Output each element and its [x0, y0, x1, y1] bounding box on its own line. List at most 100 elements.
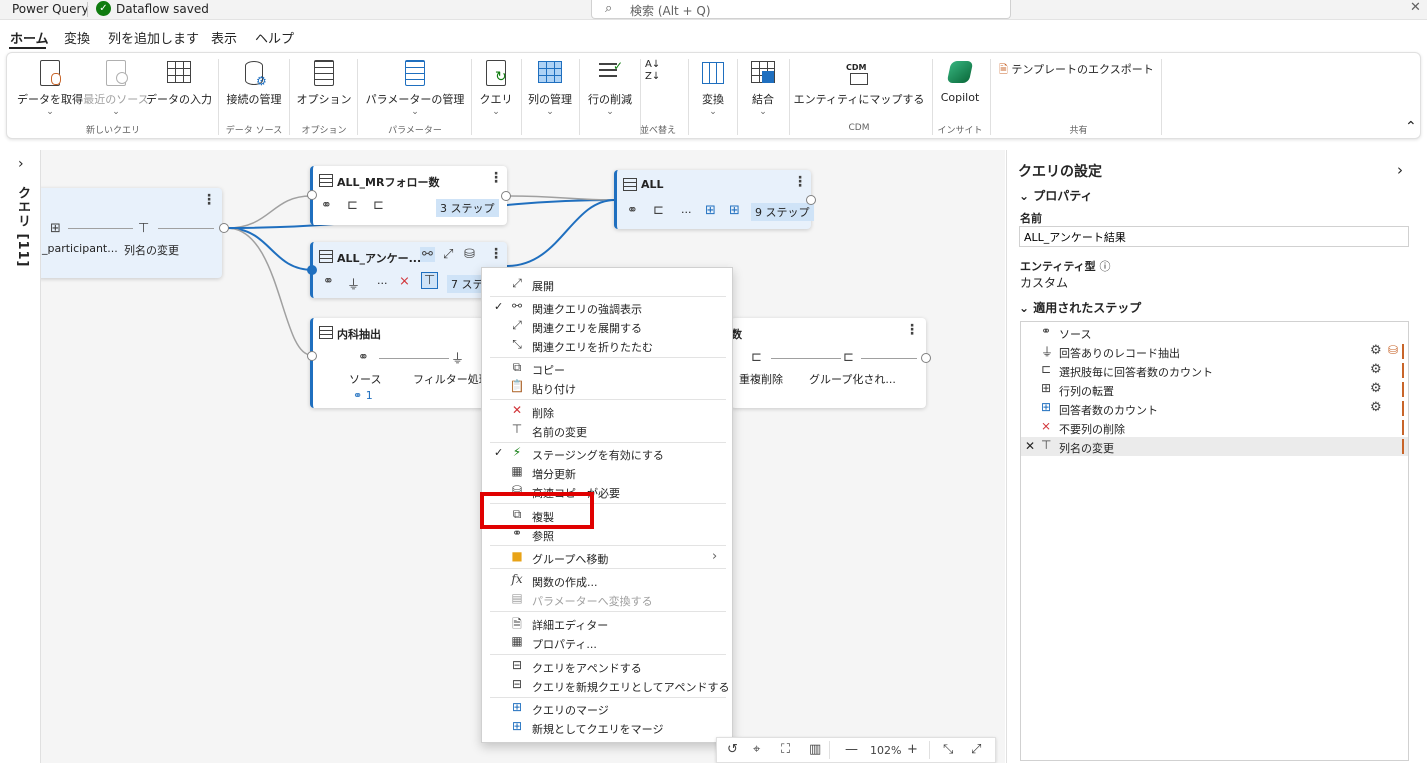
collapse-all-icon[interactable]: ⤡ [943, 742, 953, 757]
gear-icon[interactable]: ⚙ [1370, 381, 1382, 396]
link-count[interactable]: ⚭ 1 [353, 389, 373, 402]
search-box[interactable]: ⌕ 検索 (Alt + Q) [591, 0, 1011, 19]
step-item[interactable]: ⊞ 行列の転置 ⚙ [1021, 380, 1408, 399]
query-card-all[interactable]: ALL ⋮ ⚭ ⊏ ... ⊞ ⊞ 9 ステップ [614, 170, 814, 229]
sort-button[interactable]: A↓ Z↓ [644, 59, 672, 87]
enter-data-button[interactable]: データの入力 [146, 59, 212, 107]
menu-item-convert-to-parameter[interactable]: ▤ パラメーターへ変換する [482, 590, 732, 609]
chevron-right-icon[interactable]: › [1397, 161, 1403, 179]
menu-item-delete[interactable]: ✕ 削除 [482, 402, 732, 421]
options-button[interactable]: オプション [294, 59, 354, 107]
output-port[interactable] [806, 195, 816, 205]
delete-icon: ✕ [511, 403, 523, 417]
queries-pane-label[interactable]: クエリ [11] [13, 186, 32, 268]
info-icon[interactable]: ⓘ [1100, 260, 1111, 273]
step-item[interactable]: ⊏ 選択肢毎に回答者数のカウント ⚙ [1021, 361, 1408, 380]
query-card-participant[interactable]: ⋮ ⊞ ⊤ _participant... 列名の変更 [41, 188, 222, 278]
database-icon[interactable]: ⛁ [464, 247, 475, 262]
map-icon[interactable]: ▥ [809, 742, 821, 757]
more-options-icon[interactable]: ⋮ [202, 192, 216, 208]
output-port[interactable] [219, 223, 229, 233]
menu-item-rename[interactable]: ⊤ 名前の変更 [482, 421, 732, 440]
expand-icon[interactable]: ⤢ [443, 247, 453, 262]
tab-add-column[interactable]: 列を追加します [108, 28, 199, 47]
menu-item-enable-staging[interactable]: ✓ ⚡ ステージングを有効にする [482, 444, 732, 463]
query-card-count[interactable]: 数 ⋮ ⊏ ⊏ 重複削除 グループ化され... [731, 318, 926, 408]
menu-item-collapse-related[interactable]: ⤡ 関連クエリを折りたたむ [482, 336, 732, 355]
group-label-new-query: 新しいクエリ [85, 126, 140, 136]
map-to-entity-button[interactable]: CDM エンティティにマップする [793, 59, 925, 107]
reduce-rows-button[interactable]: ✓ 行の削減 ⌄ [584, 59, 636, 117]
manage-connections-button[interactable]: ⚙ 接続の管理 [223, 59, 285, 107]
paste-icon: 📋 [509, 379, 525, 393]
tab-transform[interactable]: 変換 [64, 28, 90, 47]
center-icon[interactable]: ⌖ [753, 742, 760, 757]
gear-icon[interactable]: ⚙ [1370, 400, 1382, 415]
gear-icon[interactable]: ⚙ [1370, 343, 1382, 358]
menu-item-paste[interactable]: 📋 貼り付け [482, 378, 732, 397]
close-icon[interactable]: ✕ [1410, 0, 1421, 15]
copilot-button[interactable]: Copilot [935, 59, 985, 104]
query-card-survey[interactable]: ALL_アンケー... ⚯ ⤢ ⛁ ⋮ ⚭ ⏚ ... ⨯ ⊤ 7 ステップ [310, 242, 510, 298]
menu-divider [490, 697, 726, 698]
menu-item-incremental-refresh[interactable]: ▦ 増分更新 [482, 463, 732, 482]
undo-icon[interactable]: ↺ [727, 742, 738, 757]
chevron-right-icon[interactable]: › [18, 156, 24, 172]
query-card-naika[interactable]: 内科抽出 ⚭ ⏚ ソース フィルター処理 ⚭ 1 [310, 318, 507, 408]
menu-item-append-queries[interactable]: ⊟ クエリをアペンドする [482, 657, 732, 676]
combine-button[interactable]: 結合 ⌄ [743, 59, 783, 117]
step-item[interactable]: ⏚ 回答ありのレコード抽出 ⚙ ⛁ [1021, 342, 1408, 361]
menu-item-label: プロパティ... [532, 638, 597, 651]
recent-sources-button[interactable]: 最近のソース ⌄ [83, 59, 149, 117]
step-item[interactable]: ⊞ 回答者数のカウント ⚙ [1021, 399, 1408, 418]
menu-item-append-as-new[interactable]: ⊟ クエリを新規クエリとしてアペンドする [482, 676, 732, 695]
more-options-icon[interactable]: ⋮ [489, 170, 503, 186]
chevron-up-icon[interactable]: ⌃ [1405, 119, 1417, 135]
expand-all-icon[interactable]: ⤢ [971, 742, 981, 757]
menu-item-properties[interactable]: ▦ プロパティ... [482, 633, 732, 652]
menu-item-expand-related[interactable]: ⤢ 関連クエリを展開する [482, 317, 732, 336]
step-count: 9 ステップ [751, 203, 814, 221]
name-input[interactable] [1019, 226, 1409, 247]
ribbon-divider [932, 59, 933, 135]
export-template-button[interactable]: 🗎 テンプレートのエクスポート [999, 61, 1159, 80]
properties-section[interactable]: ⌄ プロパティ [1019, 187, 1093, 204]
applied-steps-section[interactable]: ⌄ 適用されたステップ [1019, 299, 1141, 316]
input-port[interactable] [307, 351, 317, 361]
menu-item-merge-queries[interactable]: ⊞ クエリのマージ [482, 699, 732, 718]
get-data-button[interactable]: データを取得 ⌄ [13, 59, 87, 117]
document-icon [37, 59, 63, 87]
input-port[interactable] [307, 265, 317, 275]
transform-button[interactable]: 変換 ⌄ [693, 59, 733, 117]
menu-item-merge-as-new[interactable]: ⊞ 新規としてクエリをマージ [482, 718, 732, 737]
zoom-out-icon[interactable]: — [845, 742, 858, 757]
zoom-in-icon[interactable]: + [907, 742, 918, 757]
query-card-mr-follow[interactable]: ALL_MRフォロー数 ⋮ ⚭ ⊏ ⊏ 3 ステップ [310, 166, 507, 225]
share-icon[interactable]: ⚯ [420, 247, 435, 262]
menu-item-highlight-related[interactable]: ✓ ⚯ 関連クエリの強調表示 [482, 298, 732, 317]
menu-item-label: 削除 [532, 407, 554, 420]
tab-help[interactable]: ヘルプ [255, 28, 294, 47]
step-item[interactable]: ⨯ 不要列の削除 [1021, 418, 1408, 437]
query-button[interactable]: ↻ クエリ ⌄ [475, 59, 517, 117]
tab-home[interactable]: ホーム [10, 28, 49, 47]
output-port[interactable] [501, 191, 511, 201]
menu-item-copy[interactable]: ⧉ コピー [482, 359, 732, 378]
menu-item-create-function[interactable]: fx 関数の作成... [482, 571, 732, 590]
more-options-icon[interactable]: ⋮ [905, 322, 919, 338]
tab-view[interactable]: 表示 [211, 28, 237, 47]
delete-step-icon[interactable]: ✕ [1025, 439, 1035, 453]
manage-parameters-button[interactable]: パラメーターの管理 ⌄ [363, 59, 467, 117]
fit-to-screen-icon[interactable]: ⛶ [781, 742, 790, 757]
menu-item-advanced-editor[interactable]: 🗎 詳細エディター [482, 614, 732, 633]
menu-item-expand[interactable]: ⤢ 展開 [482, 275, 732, 294]
output-port[interactable] [921, 353, 931, 363]
input-port[interactable] [307, 190, 317, 200]
more-options-icon[interactable]: ⋮ [489, 246, 503, 262]
manage-columns-button[interactable]: 列の管理 ⌄ [525, 59, 575, 117]
more-options-icon[interactable]: ⋮ [793, 174, 807, 190]
menu-item-move-to-group[interactable]: ■ グループへ移動 › [482, 548, 732, 567]
step-item-selected[interactable]: ✕ ⊤ 列名の変更 [1021, 437, 1408, 456]
gear-icon[interactable]: ⚙ [1370, 362, 1382, 377]
step-item[interactable]: ⚭ ソース [1021, 323, 1408, 342]
